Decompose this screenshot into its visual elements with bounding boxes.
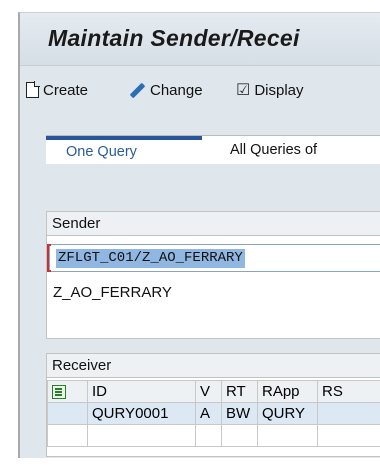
page-title: Maintain Sender/Recei xyxy=(48,25,300,51)
column-header-rt[interactable]: RT xyxy=(221,380,258,403)
cell-rs[interactable] xyxy=(317,402,380,425)
table-header-row: ID V RT RApp RS xyxy=(47,380,380,403)
cell-id[interactable]: QURY0001 xyxy=(87,402,196,425)
sender-input-value: ZFLGT_C01/Z_AO_FERRARY xyxy=(56,249,245,268)
sender-input[interactable]: ZFLGT_C01/Z_AO_FERRARY xyxy=(47,244,380,272)
glasses-icon: ☑ xyxy=(236,82,251,99)
sender-description: Z_AO_FERRARY xyxy=(53,284,172,301)
tab-one-query[interactable]: One Query xyxy=(46,136,202,164)
table-row[interactable] xyxy=(47,424,380,447)
create-button[interactable]: Create xyxy=(26,78,88,102)
row-selector[interactable] xyxy=(47,402,88,425)
cell-v[interactable]: A xyxy=(195,402,222,425)
table-row[interactable]: QURY0001 A BW QURY xyxy=(47,402,380,425)
column-header-rs[interactable]: RS xyxy=(317,380,380,403)
change-button[interactable]: Change xyxy=(128,78,203,102)
column-header-v[interactable]: V xyxy=(195,380,222,403)
column-header-id[interactable]: ID xyxy=(87,380,196,403)
row-selector[interactable] xyxy=(47,424,88,447)
select-all-icon[interactable] xyxy=(52,385,66,400)
display-button[interactable]: ☑ Display xyxy=(236,78,304,102)
receiver-section: Receiver ID V RT RApp RS QURY0001 A BW Q… xyxy=(46,353,380,457)
document-icon xyxy=(26,81,40,98)
tab-all-queries[interactable]: All Queries of xyxy=(202,136,380,164)
title-bar: Maintain Sender/Recei xyxy=(20,13,380,65)
sender-heading: Sender xyxy=(47,212,380,236)
toolbar: Create Change ☑ Display xyxy=(20,65,380,113)
cell-rt[interactable]: BW xyxy=(221,402,258,425)
display-label: Display xyxy=(254,81,304,99)
tab-strip: One Query All Queries of xyxy=(46,135,380,164)
sender-section: Sender ZFLGT_C01/Z_AO_FERRARY Z_AO_FERRA… xyxy=(46,211,380,339)
change-label: Change xyxy=(150,81,203,99)
receiver-heading: Receiver xyxy=(47,354,380,378)
tab-area: One Query All Queries of xyxy=(20,113,380,201)
receiver-table: ID V RT RApp RS QURY0001 A BW QURY xyxy=(47,380,380,447)
select-all-cell[interactable] xyxy=(47,380,88,403)
required-marker xyxy=(47,244,51,272)
app-window: Maintain Sender/Recei Create Change ☑ Di… xyxy=(18,12,380,458)
column-header-rapp[interactable]: RApp xyxy=(257,380,318,403)
create-label: Create xyxy=(43,81,89,99)
cell-rapp[interactable]: QURY xyxy=(257,402,318,425)
pencil-icon xyxy=(128,81,146,99)
